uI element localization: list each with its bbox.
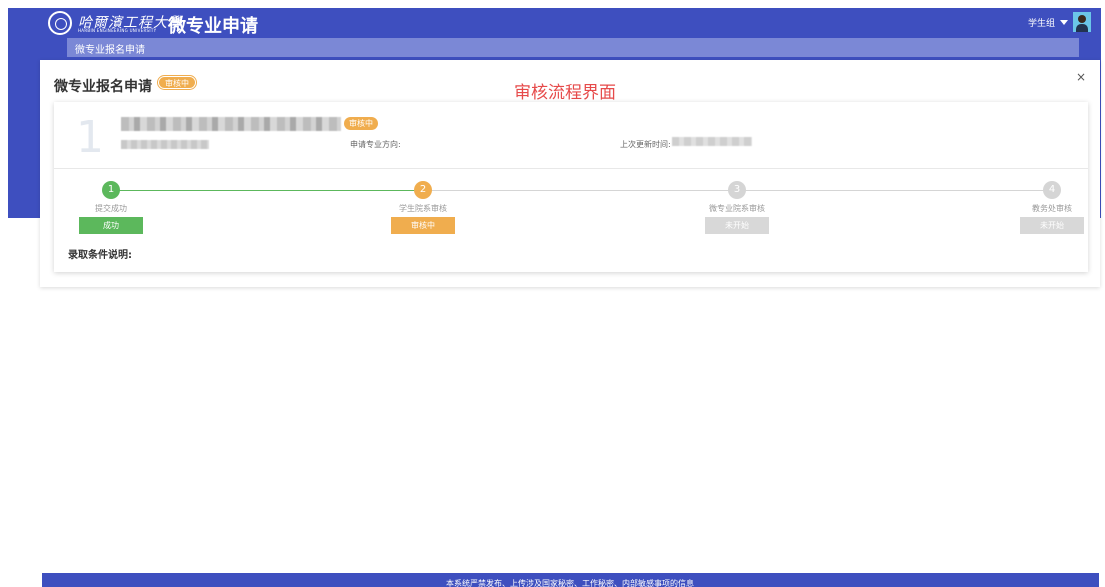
close-icon[interactable]: × bbox=[1076, 70, 1086, 84]
breadcrumb-item[interactable]: 微专业报名申请 bbox=[75, 41, 145, 56]
redacted-applicant-info bbox=[121, 140, 209, 149]
step-3: 3 微专业院系审核 未开始 bbox=[697, 170, 777, 234]
card-status-badge: 审核中 bbox=[344, 117, 378, 130]
step-2: 2 学生院系审核 审核中 bbox=[383, 170, 463, 234]
application-summary: 1 审核中 申请专业方向: 上次更新时间: bbox=[54, 102, 1088, 169]
step-number: 2 bbox=[414, 181, 432, 199]
chevron-down-icon[interactable] bbox=[1060, 19, 1068, 25]
application-modal: 微专业报名申请 审核中 审核流程界面 × 1 审核中 申请专业方向: 上次更新时… bbox=[40, 60, 1100, 287]
application-card: 1 审核中 申请专业方向: 上次更新时间: 1 提交成功 成功 2 学生院系审核… bbox=[54, 102, 1088, 272]
step-number: 1 bbox=[102, 181, 120, 199]
step-number: 3 bbox=[728, 181, 746, 199]
redacted-program-name bbox=[121, 117, 341, 131]
annotation-text: 审核流程界面 bbox=[514, 83, 616, 103]
admission-conditions-label: 录取条件说明: bbox=[68, 250, 132, 261]
user-role-label[interactable]: 学生组 bbox=[1028, 16, 1055, 29]
direction-label: 申请专业方向: bbox=[350, 140, 401, 149]
step-connector bbox=[111, 190, 416, 191]
app-title: 微专业申请 bbox=[168, 16, 258, 37]
step-name: 教务处审核 bbox=[1032, 204, 1072, 213]
user-menu[interactable]: 学生组 bbox=[1028, 12, 1091, 32]
step-1: 1 提交成功 成功 bbox=[71, 170, 151, 234]
step-name: 提交成功 bbox=[95, 204, 127, 213]
avatar[interactable] bbox=[1073, 12, 1091, 32]
footer-notice: 本系统严禁发布、上传涉及国家秘密、工作秘密、内部敏感事项的信息 bbox=[446, 579, 694, 587]
step-status: 未开始 bbox=[1020, 217, 1084, 234]
redacted-updated-time bbox=[672, 137, 752, 146]
step-status: 审核中 bbox=[391, 217, 455, 234]
step-number: 4 bbox=[1043, 181, 1061, 199]
university-name-en: HARBIN ENGINEERING UNIVERSITY bbox=[78, 28, 157, 33]
review-progress-steps: 1 提交成功 成功 2 学生院系审核 审核中 3 微专业院系审核 未开始 4 教… bbox=[54, 170, 1088, 272]
footer: 本系统严禁发布、上传涉及国家秘密、工作秘密、内部敏感事项的信息 bbox=[42, 573, 1099, 587]
step-4: 4 教务处审核 未开始 bbox=[1012, 170, 1092, 234]
step-connector bbox=[430, 190, 730, 191]
step-status: 未开始 bbox=[705, 217, 769, 234]
breadcrumb: 微专业报名申请 bbox=[67, 38, 1079, 57]
step-status: 成功 bbox=[79, 217, 143, 234]
top-navbar: 哈爾濱工程大學 HARBIN ENGINEERING UNIVERSITY 微专… bbox=[8, 8, 1101, 38]
step-name: 微专业院系审核 bbox=[709, 204, 765, 213]
status-badge: 审核中 bbox=[158, 76, 196, 89]
application-index: 1 bbox=[76, 112, 104, 163]
step-name: 学生院系审核 bbox=[399, 204, 447, 213]
university-logo-icon[interactable] bbox=[48, 11, 72, 35]
modal-title: 微专业报名申请 bbox=[54, 79, 152, 95]
updated-time-label: 上次更新时间: bbox=[620, 140, 671, 149]
step-connector bbox=[744, 190, 1046, 191]
app-root: 哈爾濱工程大學 HARBIN ENGINEERING UNIVERSITY 微专… bbox=[0, 0, 1105, 587]
